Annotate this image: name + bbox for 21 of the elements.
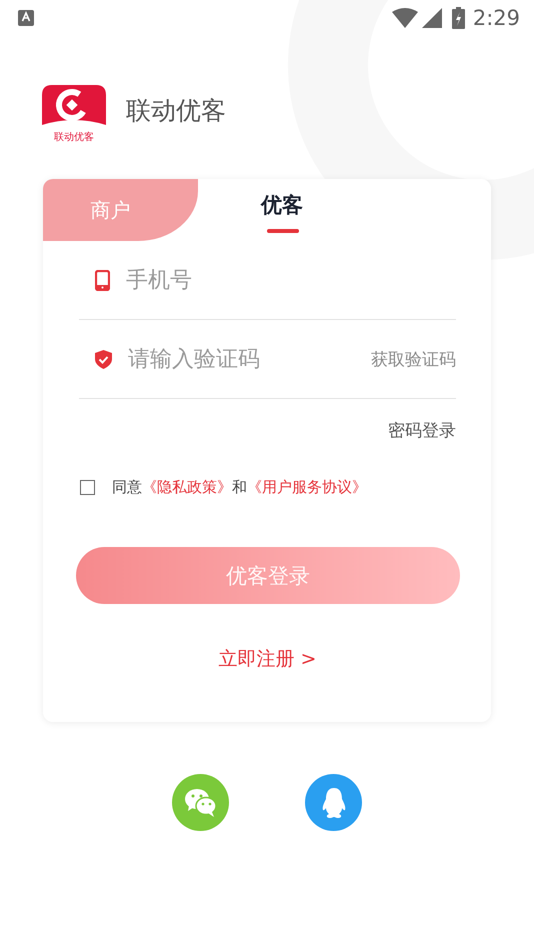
policy-link[interactable]: 《用户服务协议》 bbox=[247, 478, 367, 496]
get-code-link[interactable]: 获取验证码 bbox=[371, 348, 456, 370]
signal-icon bbox=[422, 8, 442, 28]
password-login-link[interactable]: 密码登录 bbox=[388, 419, 456, 442]
battery-icon bbox=[452, 7, 465, 29]
register-link[interactable]: 立即注册 > bbox=[218, 646, 316, 672]
chat-bubbles-icon bbox=[184, 788, 218, 818]
shield-check-icon bbox=[95, 350, 112, 368]
phone-icon bbox=[95, 270, 110, 290]
keyboard-icon bbox=[18, 10, 34, 26]
app-name: 联动优客 bbox=[126, 94, 226, 126]
tab[interactable]: 优客 bbox=[198, 179, 491, 241]
penguin-icon bbox=[320, 786, 346, 818]
agree-checkbox[interactable] bbox=[80, 480, 95, 495]
code-field[interactable]: 请输入验证码 bbox=[128, 346, 371, 372]
agreement-text: 同意《隐私政策》和《用户服务协议》 bbox=[112, 478, 367, 497]
phone-field[interactable]: 手机号 bbox=[126, 268, 456, 292]
wifi-icon bbox=[392, 8, 418, 28]
logo-caption: 联动优客 bbox=[54, 132, 94, 143]
clock: 2:29 bbox=[472, 6, 520, 30]
policy-link[interactable]: 《隐私政策》 bbox=[142, 478, 232, 496]
